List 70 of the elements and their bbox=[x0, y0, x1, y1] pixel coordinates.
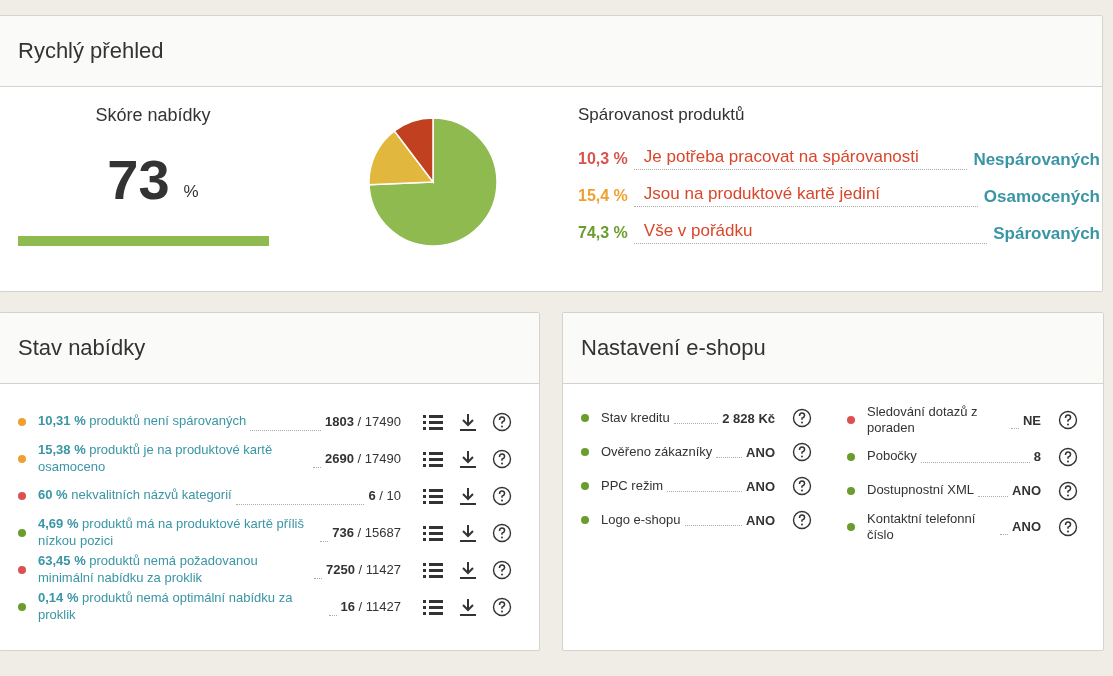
status-link[interactable]: 4,69 % produktů má na produktové kartě příliš nízkou pozici bbox=[38, 516, 317, 549]
setting-label: Kontaktní telefonní číslo bbox=[867, 510, 977, 543]
card-title: Nastavení e-shopu bbox=[563, 313, 1103, 384]
list-icon[interactable] bbox=[422, 449, 444, 468]
pairing-title: Spárovanost produktů bbox=[578, 105, 746, 125]
annotation-note: Vše v pořádku bbox=[642, 222, 754, 239]
help-icon[interactable] bbox=[1058, 480, 1078, 501]
list-icon[interactable] bbox=[422, 523, 444, 542]
setting-value: ANO bbox=[746, 478, 775, 494]
setting-label: Stav kreditu bbox=[601, 409, 670, 427]
help-icon[interactable] bbox=[492, 559, 512, 580]
setting-value: NE bbox=[1022, 412, 1041, 428]
setting-label: PPC režim bbox=[601, 477, 664, 495]
status-count: 6 / 10 bbox=[368, 488, 401, 503]
status-link[interactable]: 60 % nekvalitních názvů kategorií bbox=[38, 487, 232, 504]
pairing-percent: 10,3 % bbox=[578, 150, 628, 169]
status-count: 16 / 11427 bbox=[340, 599, 401, 614]
help-icon[interactable] bbox=[792, 510, 812, 530]
setting-label: Dostupnostní XML bbox=[867, 482, 974, 499]
help-icon[interactable] bbox=[1058, 446, 1078, 467]
annotation-note: Jsou na produktové kartě jediní bbox=[642, 185, 882, 202]
help-icon[interactable] bbox=[492, 522, 512, 543]
setting-value: ANO bbox=[746, 444, 775, 460]
setting-label: Pobočky bbox=[867, 448, 917, 465]
setting-value: ANO bbox=[1012, 483, 1041, 498]
help-icon[interactable] bbox=[1058, 410, 1078, 431]
status-count: 736 / 15687 bbox=[332, 525, 401, 540]
score-unit: % bbox=[183, 182, 199, 203]
status-link[interactable]: 0,14 % produktů nemá optimální nabídku za proklik bbox=[38, 590, 325, 623]
download-icon[interactable] bbox=[458, 596, 478, 617]
help-icon[interactable] bbox=[492, 596, 512, 617]
card-title: Stav nabídky bbox=[0, 313, 539, 384]
pairing-link[interactable]: Nespárovaných bbox=[973, 150, 1100, 170]
score-value: 73 bbox=[107, 152, 170, 208]
help-icon[interactable] bbox=[792, 408, 812, 428]
status-link[interactable]: 15,38 % produktů je na produktové kartě osamoceno bbox=[38, 442, 310, 475]
setting-value: 8 bbox=[1033, 449, 1041, 464]
list-icon[interactable] bbox=[422, 486, 444, 505]
download-icon[interactable] bbox=[458, 448, 478, 469]
help-icon[interactable] bbox=[792, 476, 812, 496]
help-icon[interactable] bbox=[492, 485, 512, 506]
annotation-note: Je potřeba pracovat na spárovanosti bbox=[642, 148, 920, 165]
help-icon[interactable] bbox=[792, 442, 812, 462]
card-title: Rychlý přehled bbox=[0, 16, 1102, 87]
help-icon[interactable] bbox=[1058, 516, 1078, 537]
download-icon[interactable] bbox=[458, 411, 478, 432]
score-label: Skóre nabídky bbox=[95, 105, 211, 126]
setting-value: 2 828 Kč bbox=[722, 410, 775, 426]
status-link[interactable]: 10,31 % produktů není spárovaných bbox=[38, 413, 247, 430]
status-count: 7250 / 11427 bbox=[326, 562, 401, 577]
pairing-link[interactable]: Osamocených bbox=[983, 187, 1100, 207]
list-icon[interactable] bbox=[422, 560, 444, 579]
pairing-percent: 74,3 % bbox=[578, 224, 628, 243]
list-icon[interactable] bbox=[422, 412, 444, 431]
pairing-link[interactable]: Spárovaných bbox=[993, 224, 1100, 244]
download-icon[interactable] bbox=[458, 522, 478, 543]
setting-label: Logo e-shopu bbox=[601, 511, 681, 529]
list-icon[interactable] bbox=[422, 597, 444, 616]
download-icon[interactable] bbox=[458, 485, 478, 506]
help-icon[interactable] bbox=[492, 411, 512, 432]
status-link[interactable]: 63,45 % produktů nemá požadovanou minimální nabídku za proklik bbox=[38, 553, 311, 586]
setting-label: Sledování dotazů z poraden bbox=[867, 404, 979, 437]
help-icon[interactable] bbox=[492, 448, 512, 469]
pairing-percent: 15,4 % bbox=[578, 187, 628, 206]
setting-label: Ověřeno zákazníky bbox=[601, 443, 713, 461]
setting-value: ANO bbox=[746, 512, 775, 528]
status-count: 1803 / 17490 bbox=[325, 414, 401, 429]
setting-value: ANO bbox=[1012, 519, 1041, 535]
status-count: 2690 / 17490 bbox=[325, 451, 401, 466]
download-icon[interactable] bbox=[458, 559, 478, 580]
